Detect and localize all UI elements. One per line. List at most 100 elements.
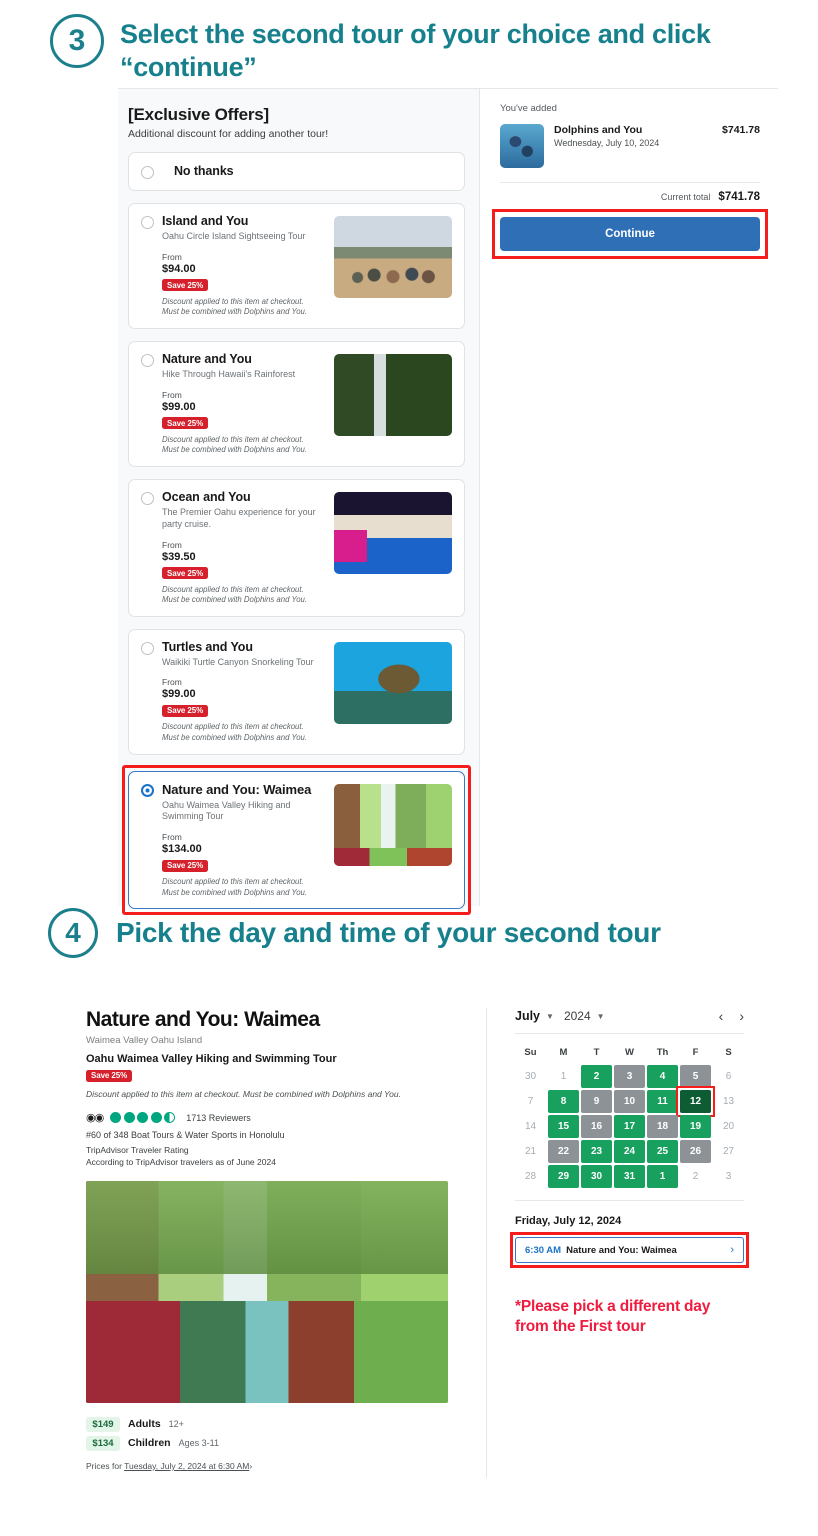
next-month-arrow-icon[interactable]: › — [739, 1008, 744, 1024]
calendar-day-of-week: F — [692, 1047, 699, 1058]
fine-print-line-2: Must be combined with Dolphins and You. — [162, 887, 308, 897]
calendar-day[interactable]: 11 — [647, 1090, 678, 1113]
option-fine-print: Discount applied to this item at checkou… — [162, 435, 326, 456]
radio-no-thanks[interactable] — [141, 166, 154, 179]
cart-item-price: $741.78 — [722, 124, 760, 136]
continue-button[interactable]: Continue — [500, 217, 760, 251]
calendar-day[interactable]: 3 — [614, 1065, 645, 1088]
radio-ocean-and-you[interactable] — [141, 491, 154, 505]
option-description: The Premier Oahu experience for your par… — [162, 506, 316, 529]
tour-save-badge: Save 25% — [86, 1069, 133, 1082]
nature-thumb-image — [334, 353, 452, 436]
from-label: From — [162, 677, 182, 688]
calendar-day[interactable]: 2 — [581, 1065, 612, 1088]
month-chevron-down-icon[interactable]: ▼ — [546, 1012, 554, 1021]
radio-nature-and-you[interactable] — [141, 353, 154, 367]
price-footer-arrow-icon[interactable]: › — [249, 1461, 252, 1471]
cart-item: Dolphins and You Wednesday, July 10, 202… — [500, 124, 760, 168]
time-slot-button[interactable]: 6:30 AM Nature and You: Waimea › — [515, 1237, 744, 1263]
calendar-day[interactable]: 26 — [680, 1140, 711, 1163]
calendar-divider — [515, 1033, 744, 1034]
tripadvisor-rating-row: ◉◉ 1713 Reviewers — [86, 1111, 470, 1124]
tour-title: Nature and You: Waimea — [86, 1008, 320, 1031]
cart-item-title: Dolphins and You — [554, 124, 643, 136]
calendar-header: July ▼ 2024 ▼ ‹ › — [515, 1008, 744, 1024]
calendar-day[interactable]: 4 — [647, 1065, 678, 1088]
option-card-turtles-and-you[interactable]: Turtles and You Waikiki Turtle Canyon Sn… — [128, 628, 465, 755]
radio-turtles-and-you[interactable] — [141, 641, 154, 655]
option-card-nature-and-you-waimea[interactable]: Nature and You: Waimea Oahu Waimea Valle… — [122, 764, 471, 916]
calendar-day-of-week: Th — [656, 1047, 669, 1058]
calendar-day[interactable]: 29 — [548, 1165, 579, 1188]
calendar-day[interactable]: 18 — [647, 1115, 678, 1138]
fine-print-line-1: Discount applied to this item at checkou… — [162, 722, 304, 732]
rating-dot-half — [164, 1112, 176, 1123]
prev-month-arrow-icon[interactable]: ‹ — [719, 1008, 724, 1024]
option-card-nature-and-you[interactable]: Nature and You Hike Through Hawaii's Rai… — [128, 340, 465, 467]
calendar-day[interactable]: 30 — [581, 1165, 612, 1188]
fine-print-line-2: Must be combined with Dolphins and You. — [162, 445, 308, 455]
step-3-title: Select the second tour of your choice an… — [120, 19, 711, 82]
calendar-month[interactable]: July — [515, 1009, 540, 1023]
calendar-day: 7 — [527, 1096, 534, 1107]
tour-hero-image — [86, 1180, 448, 1403]
fine-print-line-2: Must be combined with Dolphins and You. — [162, 732, 308, 742]
tripadvisor-note: TripAdvisor Traveler Rating According to… — [86, 1145, 470, 1169]
calendar-day: 3 — [725, 1171, 732, 1182]
calendar-day[interactable]: 23 — [581, 1140, 612, 1163]
calendar-bottom-divider — [515, 1200, 744, 1201]
calendar-day: 1 — [560, 1071, 567, 1082]
calendar-day[interactable]: 19 — [680, 1115, 711, 1138]
calendar-day[interactable]: 1 — [647, 1165, 678, 1188]
calendar-day[interactable]: 24 — [614, 1140, 645, 1163]
calendar-day[interactable]: 10 — [614, 1090, 645, 1113]
option-title: Ocean and You — [162, 489, 251, 504]
price-rows: $149 Adults 12+ $134 Children Ages 3-11 … — [86, 1416, 470, 1471]
price-footer-link[interactable]: Tuesday, July 2, 2024 at 6:30 AM — [124, 1461, 249, 1471]
calendar-day[interactable]: 17 — [614, 1115, 645, 1138]
calendar-day[interactable]: 9 — [581, 1090, 612, 1113]
option-card-island-and-you[interactable]: Island and You Oahu Circle Island Sights… — [128, 203, 465, 329]
cart-added-label: You've added — [500, 103, 557, 114]
radio-island-and-you[interactable] — [141, 216, 154, 229]
year-chevron-down-icon[interactable]: ▼ — [597, 1012, 605, 1021]
calendar-day[interactable]: 22 — [548, 1140, 579, 1163]
option-title: Turtles and You — [162, 639, 253, 654]
island-thumb-image — [334, 216, 452, 298]
continue-button-wrapper: Continue — [492, 209, 768, 259]
calendar-day-selected[interactable]: 12 — [676, 1086, 715, 1117]
calendar-day[interactable]: 16 — [581, 1115, 612, 1138]
calendar-day[interactable]: 25 — [647, 1140, 678, 1163]
calendar-day: 28 — [524, 1171, 537, 1182]
calendar-day[interactable]: 5 — [680, 1065, 711, 1088]
calendar-day[interactable]: 15 — [548, 1115, 579, 1138]
calendar-day[interactable]: 8 — [548, 1090, 579, 1113]
offers-heading: [Exclusive Offers] — [128, 105, 269, 124]
option-fine-print: Discount applied to this item at checkou… — [162, 722, 326, 743]
step-3-header: 3 Select the second tour of your choice … — [50, 14, 790, 84]
radio-nature-and-you-waimea[interactable] — [141, 783, 154, 797]
option-card-ocean-and-you[interactable]: Ocean and You The Premier Oahu experienc… — [128, 478, 465, 617]
option-card-no-thanks[interactable]: No thanks — [128, 152, 465, 191]
option-title: Nature and You: Waimea — [162, 781, 312, 797]
calendar-grid: Su M T W Th F S 30 1 2 3 4 5 6 7 8 9 10 11 12 13 14 15 16 17 18 19… — [515, 1042, 744, 1188]
calendar-day: 6 — [725, 1071, 732, 1082]
price-age: Ages 3-11 — [178, 1437, 219, 1448]
price-age: 12+ — [168, 1418, 184, 1429]
dolphins-thumb-image — [500, 124, 544, 168]
time-slot-wrapper: 6:30 AM Nature and You: Waimea › — [510, 1232, 749, 1268]
rating-label: TripAdvisor Traveler Rating — [86, 1145, 189, 1155]
chevron-right-icon[interactable]: › — [730, 1244, 734, 1256]
calendar-nav: ‹ › — [719, 1008, 744, 1024]
calendar-day: 21 — [524, 1146, 537, 1157]
from-label: From — [162, 832, 182, 843]
exclusive-offers-panel: [Exclusive Offers] Additional discount f… — [118, 88, 778, 916]
turtles-thumb-image — [334, 641, 452, 724]
rating-dot — [123, 1112, 135, 1123]
price-amount: $134 — [86, 1435, 120, 1451]
option-label-no-thanks: No thanks — [174, 164, 234, 178]
calendar-year[interactable]: 2024 — [564, 1009, 591, 1023]
calendar-day[interactable]: 31 — [614, 1165, 645, 1188]
save-badge: Save 25% — [162, 567, 209, 580]
option-title: Island and You — [162, 214, 249, 228]
